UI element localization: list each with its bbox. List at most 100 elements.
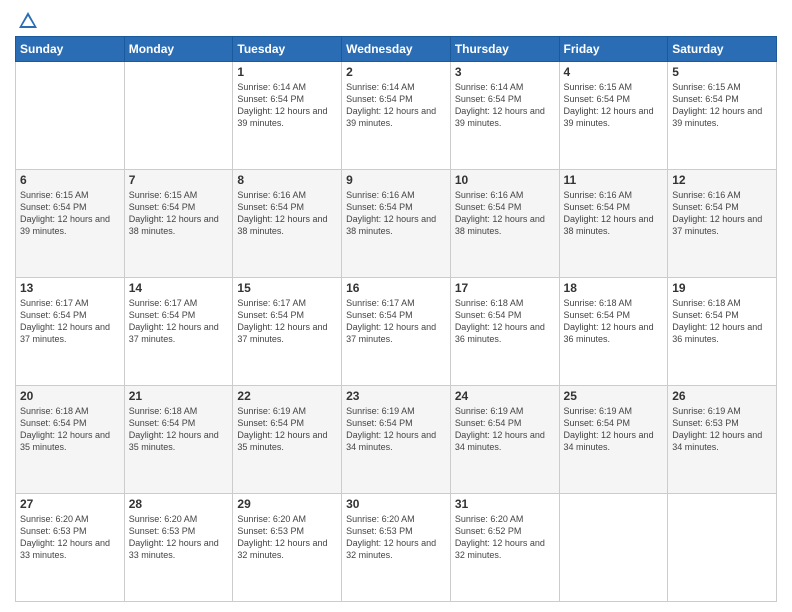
day-info: Sunrise: 6:20 AMSunset: 6:53 PMDaylight:… [129,513,229,562]
sunset-text: Sunset: 6:54 PM [455,201,555,213]
sunset-text: Sunset: 6:53 PM [237,525,337,537]
daylight-text: Daylight: 12 hours and 35 minutes. [129,429,229,453]
calendar-cell: 6 Sunrise: 6:15 AMSunset: 6:54 PMDaylight… [16,170,125,278]
day-info: Sunrise: 6:16 AMSunset: 6:54 PMDaylight:… [564,189,664,238]
sunrise-text: Sunrise: 6:17 AM [237,297,337,309]
calendar-header-monday: Monday [124,37,233,62]
sunset-text: Sunset: 6:54 PM [20,309,120,321]
daylight-text: Daylight: 12 hours and 39 minutes. [672,105,772,129]
sunset-text: Sunset: 6:54 PM [455,417,555,429]
calendar-cell: 19Sunrise: 6:18 AMSunset: 6:54 PMDayligh… [668,278,777,386]
day-number: 17 [455,281,555,295]
sunrise-text: Sunrise: 6:19 AM [564,405,664,417]
calendar-week-3: 13Sunrise: 6:17 AMSunset: 6:54 PMDayligh… [16,278,777,386]
daylight-text: Daylight: 12 hours and 36 minutes. [672,321,772,345]
daylight-text: Daylight: 12 hours and 32 minutes. [346,537,446,561]
daylight-text: Daylight: 12 hours and 36 minutes. [564,321,664,345]
calendar-header-friday: Friday [559,37,668,62]
sunrise-text: Sunrise: 6:20 AM [129,513,229,525]
day-number: 7 [129,173,229,187]
day-number: 6 [20,173,120,187]
day-number: 13 [20,281,120,295]
day-number: 24 [455,389,555,403]
sunrise-text: Sunrise: 6:18 AM [672,297,772,309]
sunset-text: Sunset: 6:54 PM [129,309,229,321]
day-info: Sunrise: 6:15 AMSunset: 6:54 PMDaylight:… [20,189,120,238]
day-info: Sunrise: 6:16 AMSunset: 6:54 PMDaylight:… [672,189,772,238]
calendar-cell: 15 Sunrise: 6:17 AMSunset: 6:54 PMDayligh… [233,278,342,386]
calendar-cell: 5Sunrise: 6:15 AMSunset: 6:54 PMDaylight… [668,62,777,170]
day-info: Sunrise: 6:17 AMSunset: 6:54 PMDaylight:… [129,297,229,346]
day-number: 3 [455,65,555,79]
day-number: 30 [346,497,446,511]
daylight-text: Daylight: 12 hours and 38 minutes. [455,213,555,237]
sunrise-text: Sunrise: 6:18 AM [564,297,664,309]
sunset-text: Sunset: 6:53 PM [346,525,446,537]
calendar-cell: 29Sunrise: 6:20 AMSunset: 6:53 PMDayligh… [233,494,342,602]
day-number: 8 [237,173,337,187]
day-number: 14 [129,281,229,295]
calendar-cell: 4Sunrise: 6:15 AMSunset: 6:54 PMDaylight… [559,62,668,170]
day-number: 15 [237,281,337,295]
sunset-text: Sunset: 6:54 PM [455,309,555,321]
sunset-text: Sunset: 6:54 PM [672,201,772,213]
calendar-cell: 23Sunrise: 6:19 AMSunset: 6:54 PMDayligh… [342,386,451,494]
day-info: Sunrise: 6:17 AMSunset: 6:54 PMDaylight:… [346,297,446,346]
calendar-cell: 1Sunrise: 6:14 AMSunset: 6:54 PMDaylight… [233,62,342,170]
sunset-text: Sunset: 6:54 PM [129,417,229,429]
sunrise-text: Sunrise: 6:14 AM [455,81,555,93]
sunset-text: Sunset: 6:53 PM [672,417,772,429]
calendar-cell: 12Sunrise: 6:16 AMSunset: 6:54 PMDayligh… [668,170,777,278]
day-number: 26 [672,389,772,403]
day-info: Sunrise: 6:20 AMSunset: 6:53 PMDaylight:… [346,513,446,562]
calendar-cell: 7Sunrise: 6:15 AMSunset: 6:54 PMDaylight… [124,170,233,278]
day-info: Sunrise: 6:18 AMSunset: 6:54 PMDaylight:… [20,405,120,454]
sunset-text: Sunset: 6:54 PM [672,93,772,105]
sunrise-text: Sunrise: 6:18 AM [129,405,229,417]
daylight-text: Daylight: 12 hours and 39 minutes. [564,105,664,129]
calendar-cell: 22Sunrise: 6:19 AMSunset: 6:54 PMDayligh… [233,386,342,494]
calendar-cell [559,494,668,602]
daylight-text: Daylight: 12 hours and 39 minutes. [455,105,555,129]
daylight-text: Daylight: 12 hours and 35 minutes. [20,429,120,453]
calendar-week-1: 1Sunrise: 6:14 AMSunset: 6:54 PMDaylight… [16,62,777,170]
daylight-text: Daylight: 12 hours and 37 minutes. [237,321,337,345]
day-number: 23 [346,389,446,403]
sunrise-text: Sunrise: 6:15 AM [672,81,772,93]
day-info: Sunrise: 6:18 AMSunset: 6:54 PMDaylight:… [455,297,555,346]
calendar-cell: 9Sunrise: 6:16 AMSunset: 6:54 PMDaylight… [342,170,451,278]
calendar-cell: 14 Sunrise: 6:17 AMSunset: 6:54 PMDayligh… [124,278,233,386]
day-number: 16 [346,281,446,295]
calendar-cell [124,62,233,170]
daylight-text: Daylight: 12 hours and 33 minutes. [129,537,229,561]
daylight-text: Daylight: 12 hours and 36 minutes. [455,321,555,345]
day-number: 31 [455,497,555,511]
sunset-text: Sunset: 6:54 PM [129,201,229,213]
sunset-text: Sunset: 6:54 PM [564,417,664,429]
calendar-header-tuesday: Tuesday [233,37,342,62]
calendar-header-row: SundayMondayTuesdayWednesdayThursdayFrid… [16,37,777,62]
day-info: Sunrise: 6:18 AMSunset: 6:54 PMDaylight:… [564,297,664,346]
calendar-cell: 11Sunrise: 6:16 AMSunset: 6:54 PMDayligh… [559,170,668,278]
sunrise-text: Sunrise: 6:14 AM [237,81,337,93]
sunrise-text: Sunrise: 6:19 AM [455,405,555,417]
calendar-cell: 21Sunrise: 6:18 AMSunset: 6:54 PMDayligh… [124,386,233,494]
sunrise-text: Sunrise: 6:17 AM [129,297,229,309]
calendar-week-2: 6 Sunrise: 6:15 AMSunset: 6:54 PMDaylight… [16,170,777,278]
day-info: Sunrise: 6:16 AMSunset: 6:54 PMDaylight:… [346,189,446,238]
calendar-cell: 30 Sunrise: 6:20 AMSunset: 6:53 PMDayligh… [342,494,451,602]
calendar-cell [668,494,777,602]
day-info: Sunrise: 6:14 AMSunset: 6:54 PMDaylight:… [237,81,337,130]
sunset-text: Sunset: 6:54 PM [346,201,446,213]
calendar-cell: 2Sunrise: 6:14 AMSunset: 6:54 PMDaylight… [342,62,451,170]
daylight-text: Daylight: 12 hours and 38 minutes. [237,213,337,237]
sunrise-text: Sunrise: 6:17 AM [20,297,120,309]
daylight-text: Daylight: 12 hours and 32 minutes. [455,537,555,561]
day-number: 20 [20,389,120,403]
sunrise-text: Sunrise: 6:18 AM [455,297,555,309]
sunrise-text: Sunrise: 6:16 AM [672,189,772,201]
logo-icon [17,10,39,32]
sunset-text: Sunset: 6:54 PM [237,309,337,321]
day-info: Sunrise: 6:18 AMSunset: 6:54 PMDaylight:… [129,405,229,454]
day-number: 29 [237,497,337,511]
